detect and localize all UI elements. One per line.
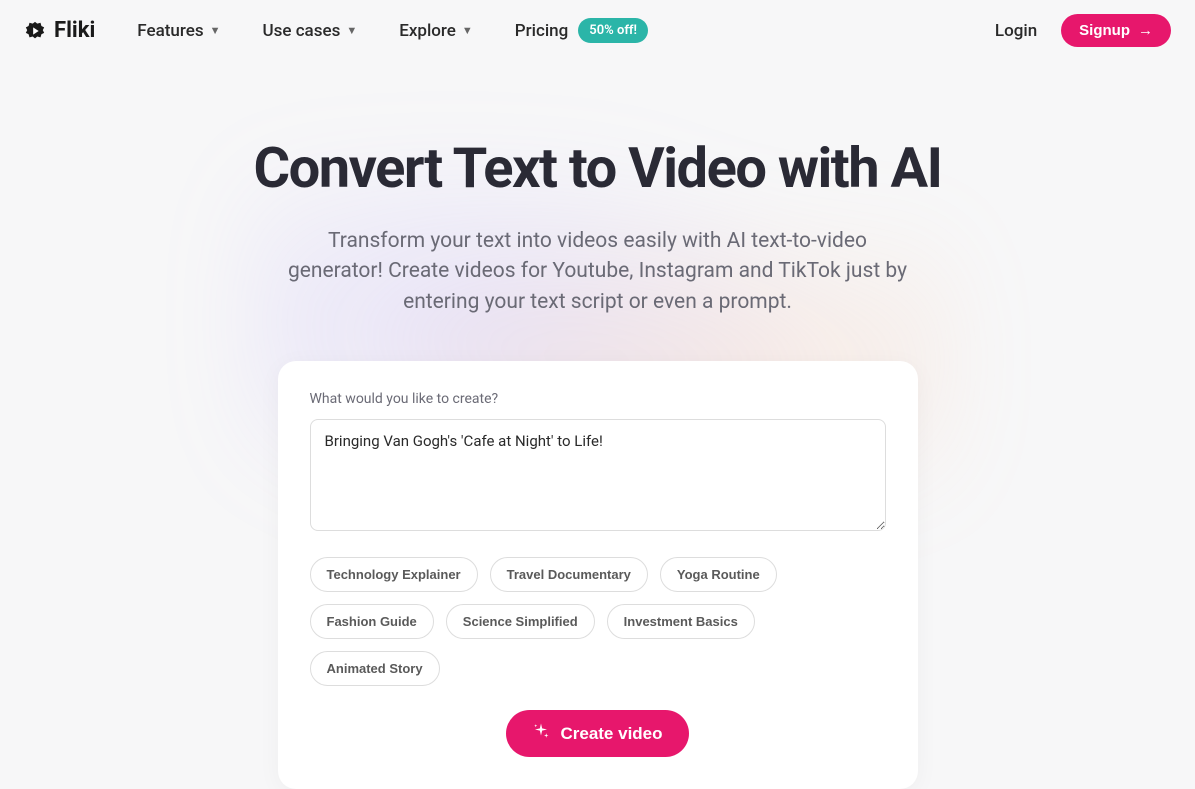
nav-use-cases[interactable]: Use cases ▼	[262, 21, 357, 41]
signup-button[interactable]: Signup →	[1061, 14, 1171, 47]
chip-fashion-guide[interactable]: Fashion Guide	[310, 604, 434, 639]
chevron-down-icon: ▼	[462, 24, 473, 37]
chip-yoga-routine[interactable]: Yoga Routine	[660, 557, 777, 592]
create-card: What would you like to create? Technolog…	[278, 361, 918, 789]
chip-science-simplified[interactable]: Science Simplified	[446, 604, 595, 639]
chip-travel-documentary[interactable]: Travel Documentary	[490, 557, 648, 592]
chip-investment-basics[interactable]: Investment Basics	[607, 604, 755, 639]
chevron-down-icon: ▼	[346, 24, 357, 37]
create-video-button[interactable]: Create video	[506, 710, 688, 757]
nav-explore-label: Explore	[399, 21, 456, 41]
logo-text: Fliki	[54, 18, 95, 43]
arrow-right-icon: →	[1138, 22, 1153, 39]
nav-pricing-group: Pricing 50% off!	[515, 18, 648, 43]
create-video-label: Create video	[560, 724, 662, 744]
chevron-down-icon: ▼	[210, 24, 221, 37]
login-link[interactable]: Login	[995, 21, 1037, 41]
nav-pricing[interactable]: Pricing	[515, 21, 569, 41]
nav-features-label: Features	[137, 21, 203, 41]
suggestion-chips: Technology Explainer Travel Documentary …	[310, 557, 886, 686]
hero-section: Convert Text to Video with AI Transform …	[0, 61, 1195, 789]
nav-features[interactable]: Features ▼	[137, 21, 220, 41]
nav-use-cases-label: Use cases	[262, 21, 340, 41]
chip-animated-story[interactable]: Animated Story	[310, 651, 440, 686]
prompt-textarea[interactable]	[310, 419, 886, 531]
signup-label: Signup	[1079, 22, 1130, 39]
nav-pricing-label: Pricing	[515, 21, 569, 41]
logo[interactable]: Fliki	[24, 18, 95, 43]
header-right: Login Signup →	[995, 14, 1171, 47]
main-nav: Features ▼ Use cases ▼ Explore ▼ Pricing…	[137, 18, 648, 43]
chip-technology-explainer[interactable]: Technology Explainer	[310, 557, 478, 592]
header: Fliki Features ▼ Use cases ▼ Explore ▼ P…	[0, 0, 1195, 61]
sparkle-icon	[532, 722, 550, 745]
logo-icon	[24, 20, 46, 42]
hero-title: Convert Text to Video with AI	[218, 137, 978, 200]
hero-subtitle: Transform your text into videos easily w…	[288, 226, 908, 317]
hero-content: Convert Text to Video with AI Transform …	[20, 137, 1175, 789]
nav-explore[interactable]: Explore ▼	[399, 21, 473, 41]
pricing-badge: 50% off!	[578, 18, 648, 43]
header-left: Fliki Features ▼ Use cases ▼ Explore ▼ P…	[24, 18, 648, 43]
card-label: What would you like to create?	[310, 391, 886, 407]
